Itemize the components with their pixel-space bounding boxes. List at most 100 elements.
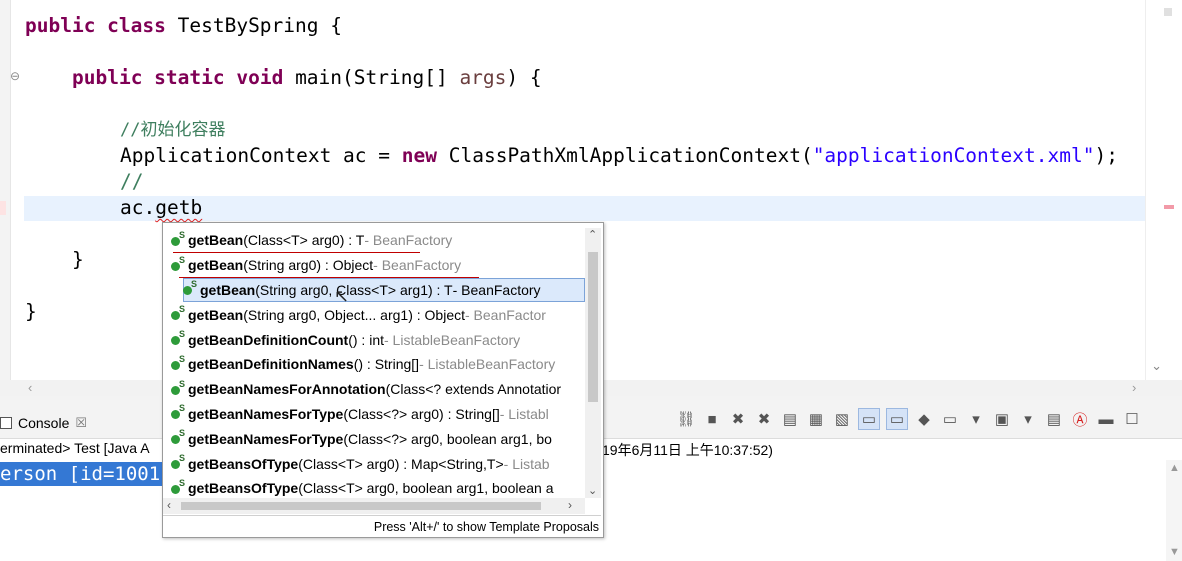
proposal-item[interactable]: SgetBeansOfType (Class<T> arg0) : Map<Str…: [163, 451, 585, 476]
proposal-name: getBeanDefinitionCount: [188, 331, 349, 348]
console-status-left: erminated> Test [Java A: [0, 440, 150, 456]
proposal-signature: () : String[]: [353, 356, 420, 373]
code-line-main-decl: public static void main(String[] args) {: [72, 66, 542, 89]
scroll-thumb[interactable]: [588, 252, 598, 402]
proposal-item[interactable]: SgetBean (String arg0, Object... arg1) : …: [163, 302, 585, 327]
public-method-icon: S: [171, 453, 185, 470]
proposal-item[interactable]: SgetBeanDefinitionNames() : String[] - L…: [163, 352, 585, 377]
mouse-cursor-icon: ↖: [334, 286, 350, 306]
proposal-signature: (Class<T> arg0) : T: [243, 232, 365, 249]
remove-all-launches-icon[interactable]: ✖: [754, 409, 774, 429]
open-console-icon[interactable]: ▣: [992, 409, 1012, 429]
proposal-item[interactable]: SgetBeanNamesForType (Class<?> arg0) : St…: [163, 402, 585, 427]
console-icon: [0, 417, 12, 429]
scroll-thumb[interactable]: [181, 502, 541, 510]
proposal-item[interactable]: SgetBean (String arg0, Class<T> arg1) : T…: [183, 277, 585, 303]
proposal-declaring-type: - BeanFactory: [452, 281, 541, 298]
link-icon[interactable]: ⛓: [676, 409, 696, 429]
console-status-right: 19年6月11日 上午10:37:52): [602, 442, 773, 458]
chevron-down-icon[interactable]: ▾: [966, 409, 986, 429]
public-method-icon: S: [171, 379, 185, 396]
proposal-name: getBeanDefinitionNames: [188, 356, 354, 373]
proposal-signature: (Class<T> arg0) : Map<String,T>: [298, 455, 504, 472]
chevron-down-icon[interactable]: ⌄: [1151, 358, 1162, 374]
proposal-signature: (String arg0) : Object: [243, 257, 374, 274]
proposal-signature: (Class<?> arg0, boolean arg1, bo: [343, 430, 552, 447]
overview-ruler[interactable]: ⌄: [1145, 0, 1182, 380]
content-assist-popup[interactable]: SgetBean (Class<T> arg0) : T - BeanFactor…: [162, 222, 604, 538]
proposal-horizontal-scrollbar[interactable]: ‹ ›: [163, 498, 585, 514]
public-method-icon: S: [183, 279, 197, 296]
word-wrap-icon[interactable]: ▧: [832, 409, 852, 429]
maximize-icon[interactable]: ☐: [1122, 409, 1142, 429]
proposal-item[interactable]: SgetBean (Class<T> arg0) : T - BeanFactor…: [163, 228, 585, 253]
public-method-icon: S: [171, 428, 185, 445]
tab-console-label: Console: [18, 415, 70, 431]
code-line-class-decl: public class TestBySpring {: [25, 14, 342, 37]
proposal-item[interactable]: SgetBeanNamesForAnnotation (Class<? exten…: [163, 377, 585, 402]
proposal-name: getBean: [188, 257, 244, 274]
code-line-comment: //初始化容器: [120, 120, 226, 140]
console-vertical-scrollbar[interactable]: ▲ ▼: [1166, 460, 1182, 561]
proposal-declaring-type: - Listab: [503, 455, 550, 472]
proposal-status-text: Press 'Alt+/' to show Template Proposals: [163, 515, 601, 537]
proposal-signature: (String arg0, Object... arg1) : Object: [243, 306, 465, 323]
code-line-current[interactable]: ac.getb: [120, 195, 202, 221]
chevron-right-icon[interactable]: ›: [1132, 380, 1136, 395]
scroll-lock-icon[interactable]: ▦: [806, 409, 826, 429]
proposal-name: getBean: [188, 306, 244, 323]
public-method-icon: S: [171, 255, 185, 272]
public-method-icon: S: [171, 354, 185, 371]
show-on-stderr-icon[interactable]: ▭: [886, 408, 908, 430]
ant-view-icon[interactable]: Ⓐ: [1070, 409, 1090, 429]
ruler-annotation: [1164, 8, 1172, 16]
show-on-stdout-icon[interactable]: ▭: [858, 408, 880, 430]
display-console-icon[interactable]: ▭: [940, 409, 960, 429]
chevron-down-icon[interactable]: ▾: [1018, 409, 1038, 429]
proposal-name: getBeansOfType: [188, 455, 299, 472]
chevron-left-icon[interactable]: ‹: [28, 380, 32, 395]
code-line-close-method: }: [72, 248, 84, 271]
proposal-list[interactable]: SgetBean (Class<T> arg0) : T - BeanFactor…: [163, 228, 585, 501]
proposal-declaring-type: - BeanFactory: [364, 232, 453, 249]
proposal-vertical-scrollbar[interactable]: ⌃ ⌄: [585, 228, 601, 498]
left-ruler: [0, 0, 11, 380]
proposal-declaring-type: - BeanFactory: [373, 257, 462, 274]
public-method-icon: S: [171, 304, 185, 321]
close-icon[interactable]: ☒: [75, 415, 87, 431]
proposal-item[interactable]: SgetBeanNamesForType (Class<?> arg0, bool…: [163, 426, 585, 451]
code-line-close-class: }: [25, 300, 37, 323]
public-method-icon: S: [171, 230, 185, 247]
proposal-name: getBeanNamesForType: [188, 430, 344, 447]
pin-console-icon[interactable]: ◆: [914, 409, 934, 429]
tab-console[interactable]: Console ☒: [0, 413, 87, 433]
proposal-name: getBeanNamesForType: [188, 405, 344, 422]
collapse-minus-icon[interactable]: ⊖: [10, 69, 20, 83]
console-toolbar: ⛓ ■ ✖ ✖ ▤ ▦ ▧ ▭ ▭ ◆ ▭ ▾ ▣ ▾ ▤ Ⓐ ▬ ☐: [676, 408, 1142, 430]
proposal-item[interactable]: SgetBean (String arg0) : Object - BeanFac…: [163, 253, 585, 278]
chevron-left-icon[interactable]: ‹: [167, 498, 171, 512]
chevron-up-icon[interactable]: ⌃: [588, 228, 597, 241]
proposal-declaring-type: - ListableBeanFactory: [384, 331, 521, 348]
proposal-declaring-type: - Listabl: [499, 405, 549, 422]
ruler-error-marker[interactable]: [1164, 205, 1174, 209]
task-list-icon[interactable]: ▤: [1044, 409, 1064, 429]
proposal-signature: (Class<?> arg0) : String[]: [343, 405, 500, 422]
proposal-item[interactable]: SgetBeanDefinitionCount() : int - Listab…: [163, 327, 585, 352]
public-method-icon: S: [171, 329, 185, 346]
terminate-icon[interactable]: ■: [702, 409, 722, 429]
chevron-right-icon[interactable]: ›: [568, 498, 572, 512]
error-marker: [0, 201, 6, 215]
chevron-down-icon[interactable]: ⌄: [588, 484, 597, 497]
console-output-line[interactable]: erson [id=1001: [0, 462, 163, 486]
chevron-down-icon[interactable]: ▼: [1169, 546, 1180, 558]
code-line-comment-empty: //: [120, 170, 144, 193]
proposal-signature: (Class<? extends Annotatior: [385, 381, 562, 398]
chevron-up-icon[interactable]: ▲: [1169, 462, 1180, 474]
minimize-icon[interactable]: ▬: [1096, 409, 1116, 429]
proposal-signature: () : int: [348, 331, 384, 348]
clear-console-icon[interactable]: ▤: [780, 409, 800, 429]
remove-launch-icon[interactable]: ✖: [728, 409, 748, 429]
proposal-name: getBeansOfType: [188, 480, 299, 497]
code-line-context: ApplicationContext ac = new ClassPathXml…: [120, 144, 1118, 167]
